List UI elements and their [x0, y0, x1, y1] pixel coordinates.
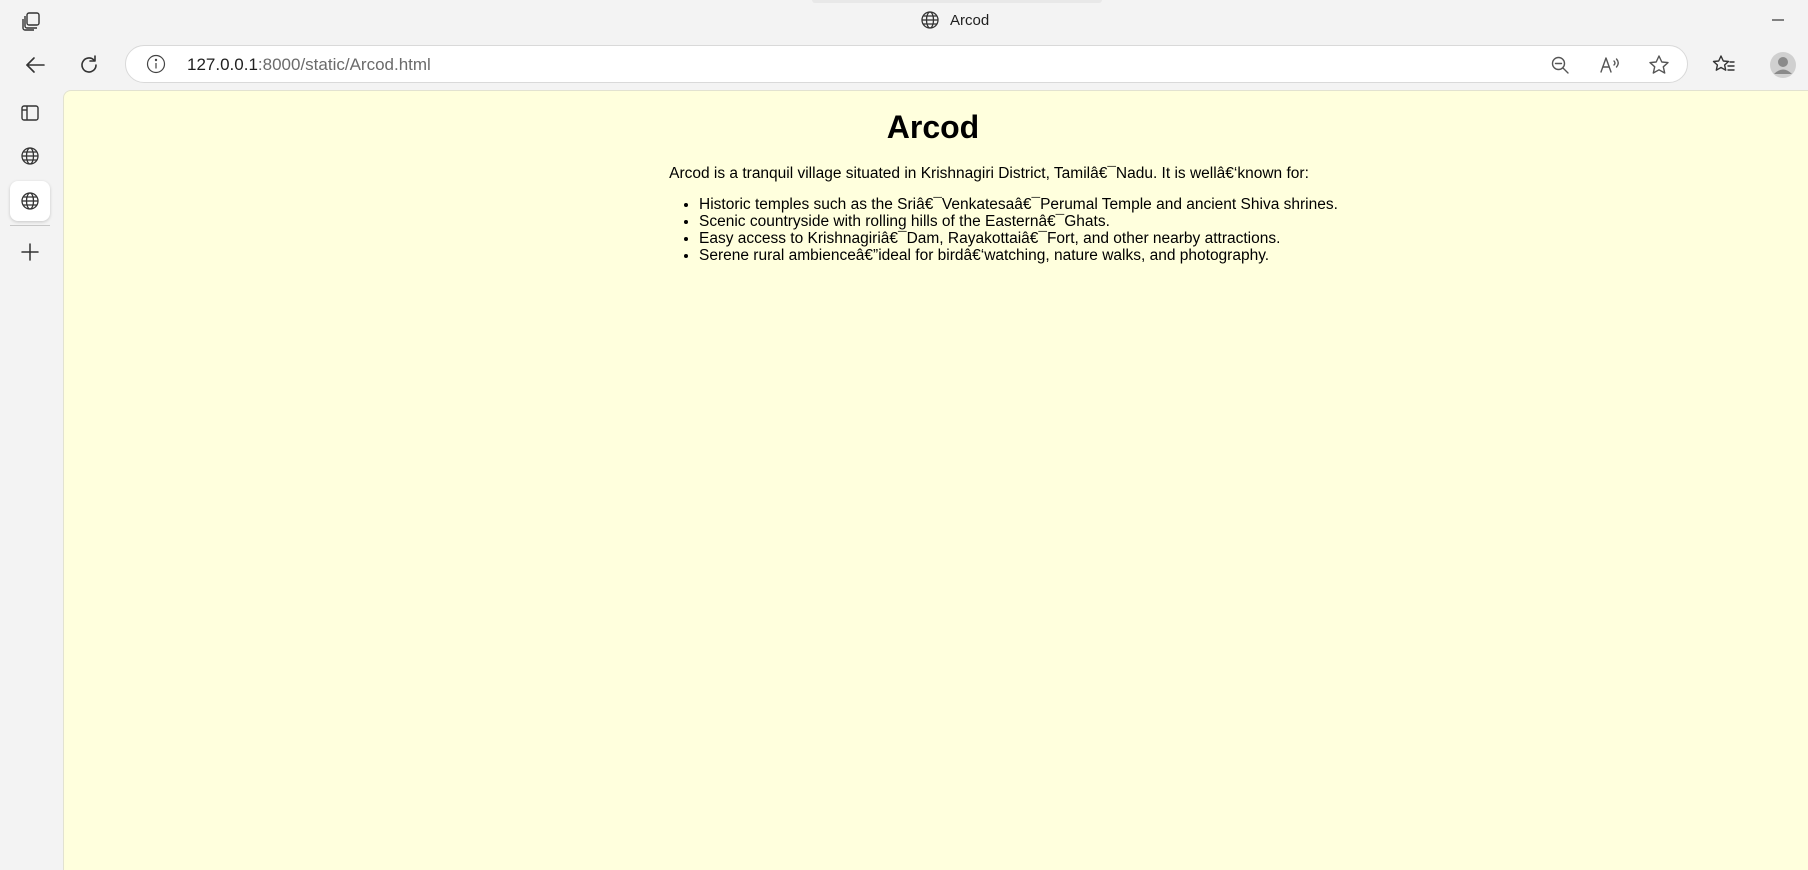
back-arrow-icon[interactable]	[19, 49, 51, 81]
url-host: 127.0.0.1	[187, 55, 258, 74]
list-item: Scenic countryside with rolling hills of…	[699, 213, 1338, 230]
address-bar[interactable]: 127.0.0.1:8000/static/Arcod.html	[125, 45, 1688, 83]
info-icon[interactable]	[146, 54, 166, 74]
favorites-icon[interactable]	[1708, 49, 1740, 81]
read-aloud-icon[interactable]	[1599, 54, 1621, 76]
intro-paragraph: Arcod is a tranquil village situated in …	[669, 165, 1309, 182]
profile-icon[interactable]	[1767, 49, 1799, 81]
page-content: Arcod Arcod is a tranquil village situat…	[63, 90, 1808, 870]
zoom-out-icon[interactable]	[1549, 54, 1571, 76]
plus-icon[interactable]	[10, 232, 50, 272]
browser-toolbar: 127.0.0.1:8000/static/Arcod.html	[0, 40, 1808, 90]
active-tab-globe-icon[interactable]	[10, 181, 50, 221]
sidebar-divider	[10, 225, 50, 226]
list-item: Serene rural ambienceâ€”ideal for birdâ€…	[699, 247, 1338, 264]
url-path: :8000/static/Arcod.html	[257, 55, 431, 74]
workspaces-icon[interactable]	[20, 10, 42, 32]
tab-strip-indicator	[812, 0, 1102, 3]
list-item: Easy access to Krishnagiriâ€¯Dam, Rayako…	[699, 230, 1338, 247]
title-bar: Arcod	[0, 0, 1808, 40]
window-title-text: Arcod	[950, 11, 990, 29]
tab-globe-icon[interactable]	[10, 136, 50, 176]
minimize-icon[interactable]	[1766, 8, 1790, 32]
vertical-tab-sidebar	[0, 90, 63, 870]
feature-list: Historic temples such as the Sriâ€¯Venka…	[674, 196, 1338, 264]
list-item: Historic temples such as the Sriâ€¯Venka…	[699, 196, 1338, 213]
reload-icon[interactable]	[73, 49, 105, 81]
globe-icon	[920, 10, 940, 30]
star-icon[interactable]	[1648, 54, 1670, 76]
page-heading: Arcod	[886, 109, 980, 145]
window-title: Arcod	[920, 8, 989, 32]
vertical-tabs-icon[interactable]	[10, 93, 50, 133]
url-text[interactable]: 127.0.0.1:8000/static/Arcod.html	[187, 55, 431, 75]
